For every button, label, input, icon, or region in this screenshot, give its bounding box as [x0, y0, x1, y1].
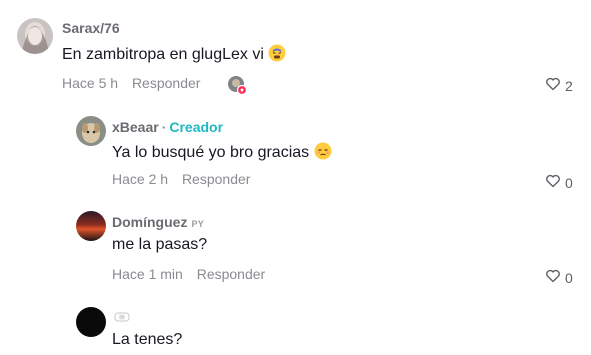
- like-button[interactable]: 0: [545, 268, 573, 287]
- like-button[interactable]: 0: [545, 173, 573, 192]
- comment-meta: Hace 2 h Responder: [112, 171, 250, 187]
- bandage-emoji: [114, 310, 130, 322]
- reply-button[interactable]: Responder: [182, 171, 251, 187]
- like-count: 0: [565, 174, 573, 191]
- avatar-xbeaar[interactable]: [76, 116, 106, 146]
- comment-meta: Hace 1 min Responder: [112, 266, 265, 282]
- comment-time: Hace 2 h: [112, 171, 169, 187]
- country-flag: PY: [191, 219, 205, 229]
- comment-username[interactable]: Sarax/76: [62, 20, 120, 36]
- like-count: 0: [565, 269, 573, 286]
- comment-username[interactable]: xBeaar · Creador: [112, 119, 223, 135]
- heart-outline-icon[interactable]: [545, 76, 561, 95]
- reply-button[interactable]: Responder: [197, 266, 266, 282]
- pensive-face-emoji: [314, 142, 332, 165]
- comment-text: En zambitropa en glugLex vi: [62, 44, 286, 67]
- tired-face-emoji: [268, 44, 286, 67]
- avatar-dominguez[interactable]: [76, 211, 106, 241]
- reply-button[interactable]: Responder: [132, 75, 201, 91]
- creator-badge: Creador: [169, 119, 224, 135]
- avatar-unnamed-user[interactable]: [76, 307, 106, 337]
- comment-username[interactable]: Domínguez PY: [112, 214, 204, 230]
- comment-text: me la pasas?: [112, 236, 208, 253]
- comment-time: Hace 1 min: [112, 266, 183, 282]
- username-separator: ·: [161, 119, 167, 135]
- comment-text: La tenes?: [112, 331, 183, 348]
- like-button[interactable]: 2: [545, 76, 573, 95]
- comment-meta: Hace 5 h Responder: [62, 75, 200, 91]
- heart-outline-icon[interactable]: [545, 173, 561, 192]
- like-count: 2: [565, 77, 573, 94]
- comment-time: Hace 5 h: [62, 75, 119, 91]
- creator-liked-badge: [227, 75, 248, 96]
- comment-text: Ya lo busqué yo bro gracias: [112, 142, 332, 165]
- avatar-sarax76[interactable]: [17, 18, 53, 54]
- heart-outline-icon[interactable]: [545, 268, 561, 287]
